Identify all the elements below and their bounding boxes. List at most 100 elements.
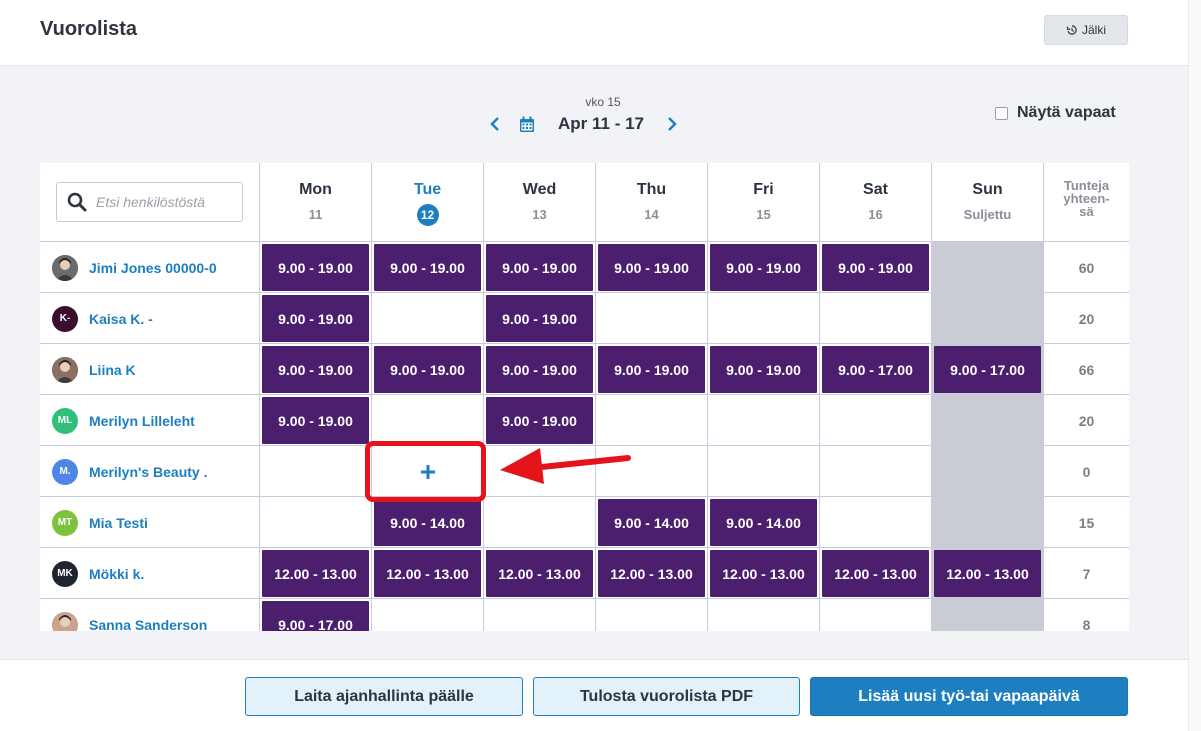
schedule-cell-wed[interactable]: 12.00 - 13.00 [484,548,596,599]
schedule-cell-tue[interactable]: 9.00 - 14.00 [372,497,484,548]
schedule-cell-sun[interactable] [932,446,1044,497]
staff-search-box[interactable] [56,182,243,222]
schedule-cell-fri[interactable]: 12.00 - 13.00 [708,548,820,599]
staff-member[interactable]: Liina K [40,344,260,395]
schedule-cell-sat[interactable]: 9.00 - 17.00 [820,344,932,395]
schedule-cell-tue[interactable] [372,395,484,446]
schedule-cell-wed[interactable] [484,497,596,548]
shift-block[interactable]: 9.00 - 19.00 [262,346,369,393]
shift-block[interactable]: 9.00 - 14.00 [598,499,705,546]
schedule-cell-sat[interactable] [820,497,932,548]
schedule-cell-fri[interactable] [708,395,820,446]
staff-name[interactable]: Kaisa K. - [89,311,153,327]
schedule-cell-sun[interactable] [932,293,1044,344]
shift-block[interactable]: 9.00 - 17.00 [822,346,929,393]
shift-block[interactable]: 12.00 - 13.00 [262,550,369,597]
schedule-cell-sun[interactable] [932,599,1044,631]
shift-block[interactable]: 9.00 - 19.00 [262,397,369,444]
print-pdf-button[interactable]: Tulosta vuorolista PDF [533,677,800,716]
shift-block[interactable]: 9.00 - 19.00 [486,346,593,393]
schedule-cell-thu[interactable]: 9.00 - 14.00 [596,497,708,548]
schedule-cell-sun[interactable] [932,395,1044,446]
staff-name[interactable]: Liina K [89,362,136,378]
schedule-cell-mon[interactable]: 9.00 - 19.00 [260,344,372,395]
staff-search-input[interactable] [96,194,236,210]
shift-block[interactable]: 9.00 - 19.00 [598,244,705,291]
schedule-cell-fri[interactable]: 9.00 - 19.00 [708,344,820,395]
schedule-cell-thu[interactable] [596,293,708,344]
schedule-cell-sat[interactable] [820,446,932,497]
staff-member[interactable]: M. Merilyn's Beauty . [40,446,260,497]
schedule-cell-tue[interactable] [372,446,484,497]
staff-member[interactable]: MK Mökki k. [40,548,260,599]
shift-block[interactable]: 9.00 - 14.00 [710,499,817,546]
schedule-cell-mon[interactable] [260,497,372,548]
schedule-cell-fri[interactable] [708,599,820,631]
shift-block[interactable]: 12.00 - 13.00 [822,550,929,597]
shift-block[interactable]: 9.00 - 17.00 [934,346,1041,393]
staff-member[interactable]: MT Mia Testi [40,497,260,548]
show-free-toggle[interactable]: Näytä vapaat [995,104,1116,122]
schedule-cell-tue[interactable]: 9.00 - 19.00 [372,242,484,293]
schedule-cell-thu[interactable] [596,446,708,497]
shift-block[interactable]: 12.00 - 13.00 [598,550,705,597]
schedule-cell-wed[interactable]: 9.00 - 19.00 [484,395,596,446]
schedule-cell-tue[interactable] [372,293,484,344]
schedule-cell-thu[interactable]: 9.00 - 19.00 [596,344,708,395]
schedule-cell-sat[interactable] [820,293,932,344]
schedule-cell-wed[interactable] [484,599,596,631]
shift-block[interactable]: 9.00 - 19.00 [710,244,817,291]
schedule-cell-thu[interactable] [596,395,708,446]
schedule-cell-mon[interactable]: 9.00 - 19.00 [260,242,372,293]
schedule-cell-fri[interactable]: 9.00 - 19.00 [708,242,820,293]
schedule-cell-wed[interactable]: 9.00 - 19.00 [484,293,596,344]
shift-block[interactable]: 9.00 - 19.00 [374,346,481,393]
shift-block[interactable]: 9.00 - 17.00 [262,601,369,631]
schedule-cell-thu[interactable]: 12.00 - 13.00 [596,548,708,599]
prev-week-button[interactable] [486,113,504,135]
schedule-cell-wed[interactable]: 9.00 - 19.00 [484,242,596,293]
schedule-cell-sat[interactable] [820,599,932,631]
shift-block[interactable]: 12.00 - 13.00 [934,550,1041,597]
shift-block[interactable]: 9.00 - 19.00 [486,244,593,291]
shift-block[interactable]: 9.00 - 19.00 [710,346,817,393]
schedule-cell-sun[interactable] [932,242,1044,293]
shift-block[interactable]: 9.00 - 14.00 [374,499,481,546]
schedule-cell-fri[interactable] [708,293,820,344]
add-shift-button[interactable] [372,446,484,497]
shift-block[interactable]: 12.00 - 13.00 [486,550,593,597]
shift-block[interactable]: 9.00 - 19.00 [262,295,369,342]
shift-block[interactable]: 9.00 - 19.00 [822,244,929,291]
staff-name[interactable]: Sanna Sanderson [89,617,207,632]
staff-member[interactable]: Sanna Sanderson [40,599,260,631]
shift-block[interactable]: 9.00 - 19.00 [598,346,705,393]
shift-block[interactable]: 12.00 - 13.00 [710,550,817,597]
show-free-checkbox[interactable] [995,106,1008,120]
schedule-cell-thu[interactable]: 9.00 - 19.00 [596,242,708,293]
schedule-cell-fri[interactable]: 9.00 - 14.00 [708,497,820,548]
schedule-cell-tue[interactable]: 12.00 - 13.00 [372,548,484,599]
schedule-cell-mon[interactable] [260,446,372,497]
staff-member[interactable]: ML Merilyn Lilleleht [40,395,260,446]
schedule-cell-thu[interactable] [596,599,708,631]
history-button[interactable]: Jälki [1044,15,1128,45]
schedule-cell-sat[interactable]: 9.00 - 19.00 [820,242,932,293]
schedule-cell-tue[interactable]: 9.00 - 19.00 [372,344,484,395]
schedule-cell-sat[interactable] [820,395,932,446]
schedule-cell-mon[interactable]: 9.00 - 19.00 [260,293,372,344]
schedule-cell-wed[interactable] [484,446,596,497]
shift-block[interactable]: 12.00 - 13.00 [374,550,481,597]
shift-block[interactable]: 9.00 - 19.00 [486,397,593,444]
staff-name[interactable]: Merilyn Lilleleht [89,413,195,429]
schedule-cell-mon[interactable]: 9.00 - 17.00 [260,599,372,631]
shift-block[interactable]: 9.00 - 19.00 [486,295,593,342]
schedule-cell-sat[interactable]: 12.00 - 13.00 [820,548,932,599]
shift-block[interactable]: 9.00 - 19.00 [374,244,481,291]
staff-name[interactable]: Merilyn's Beauty . [89,464,207,480]
schedule-cell-sun[interactable]: 12.00 - 13.00 [932,548,1044,599]
calendar-picker-button[interactable] [517,113,537,135]
schedule-cell-sun[interactable]: 9.00 - 17.00 [932,344,1044,395]
add-day-button[interactable]: Lisää uusi työ-tai vapaapäivä [810,677,1128,716]
staff-member[interactable]: Jimi Jones 00000-0 [40,242,260,293]
staff-member[interactable]: K- Kaisa K. - [40,293,260,344]
